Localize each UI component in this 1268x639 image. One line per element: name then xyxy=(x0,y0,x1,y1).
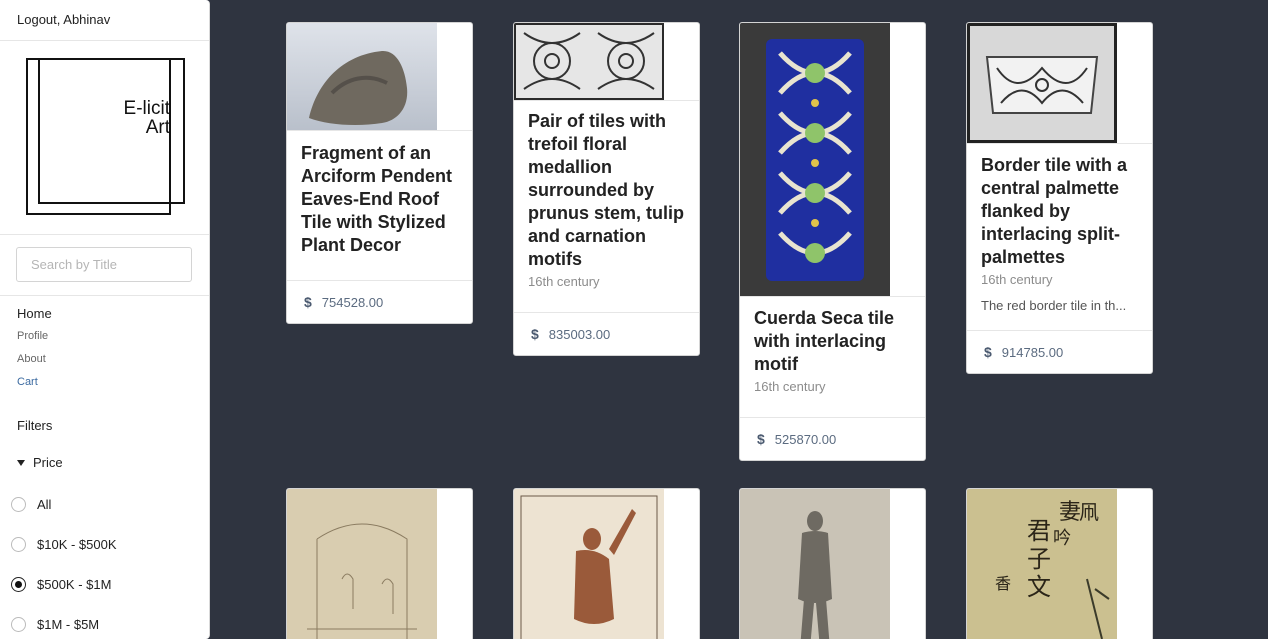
stone-fragment-image[interactable] xyxy=(287,23,437,130)
card-title[interactable]: Pair of tiles with trefoil floral medall… xyxy=(528,110,685,271)
price-value: 525870.00 xyxy=(774,431,837,447)
nav-profile[interactable]: Profile xyxy=(17,330,192,342)
artwork-card[interactable]: Border tile with a central palmette flan… xyxy=(966,22,1153,374)
calligraphy-scroll-image[interactable]: 妻 凧 君 吟 子 文 香 xyxy=(967,489,1117,639)
dollar-icon: $ xyxy=(304,294,312,310)
sidebar: Logout, Abhinav E-licit Art Home Profile… xyxy=(0,0,210,639)
nav-menu: Home Profile About Cart xyxy=(0,296,209,388)
artwork-card[interactable]: Cuerda Seca tile with interlacing motif … xyxy=(739,22,926,461)
logout-link[interactable]: Logout, Abhinav xyxy=(0,0,209,41)
logo[interactable]: E-licit Art xyxy=(0,41,209,235)
logo-line1: E-licit xyxy=(123,98,170,119)
card-title[interactable]: Border tile with a central palmette flan… xyxy=(981,154,1138,269)
card-image-row xyxy=(967,23,1152,144)
price-option-500k-1m[interactable]: $500K - $1M xyxy=(11,564,198,604)
svg-text:君: 君 xyxy=(1027,517,1051,545)
card-image-row xyxy=(514,23,699,101)
radio-button[interactable] xyxy=(11,616,26,632)
price-option-label: $10K - $500K xyxy=(37,536,117,552)
card-body: Border tile with a central palmette flan… xyxy=(967,144,1152,330)
nav-about[interactable]: About xyxy=(17,353,192,365)
nav-cart[interactable]: Cart xyxy=(17,376,192,388)
search-input[interactable] xyxy=(16,247,192,282)
radio-button[interactable] xyxy=(11,536,26,552)
svg-text:子: 子 xyxy=(1027,545,1051,573)
price-option-1m-5m[interactable]: $1M - $5M xyxy=(11,604,198,639)
price-option-label: $500K - $1M xyxy=(37,576,112,592)
price-option-label: $1M - $5M xyxy=(37,616,100,632)
price-option-all[interactable]: All xyxy=(11,484,198,524)
card-price: $ 914785.00 xyxy=(967,330,1152,373)
svg-text:吟: 吟 xyxy=(1053,528,1071,549)
artwork-card[interactable]: Pair of tiles with trefoil floral medall… xyxy=(513,22,700,356)
card-date: 16th century xyxy=(754,379,826,394)
price-value: 835003.00 xyxy=(548,326,611,342)
caret-down-icon xyxy=(17,459,25,466)
artwork-card[interactable]: 妻 凧 君 吟 子 文 香 xyxy=(966,488,1153,639)
artwork-card[interactable] xyxy=(286,488,473,639)
logo-text: E-licit Art xyxy=(110,99,170,137)
floral-tiles-image[interactable] xyxy=(514,23,664,100)
price-options: All $10K - $500K $500K - $1M $1M - $5M xyxy=(0,470,209,639)
card-body: Pair of tiles with trefoil floral medall… xyxy=(514,101,699,312)
radio-button-selected[interactable] xyxy=(11,576,26,592)
artwork-card[interactable]: Fragment of an Arciform Pendent Eaves-En… xyxy=(286,22,473,324)
sketch-drawing-image[interactable] xyxy=(287,489,437,639)
card-date: 16th century xyxy=(981,272,1053,287)
card-body: Cuerda Seca tile with interlacing motif … xyxy=(740,297,925,417)
radio-button[interactable] xyxy=(11,496,26,512)
card-title[interactable]: Cuerda Seca tile with interlacing motif xyxy=(754,307,911,376)
filters-heading: Filters xyxy=(17,418,53,433)
card-date: 16th century xyxy=(528,274,600,289)
artwork-card[interactable] xyxy=(739,488,926,639)
logo-line2: Art xyxy=(145,117,170,138)
price-filter-label: Price xyxy=(33,455,63,470)
svg-text:妻: 妻 xyxy=(1059,500,1081,525)
price-option-label: All xyxy=(37,496,52,512)
card-price: $ 754528.00 xyxy=(287,280,472,323)
card-price: $ 525870.00 xyxy=(740,417,925,460)
standing-figure-image[interactable] xyxy=(740,489,890,639)
search-area xyxy=(0,235,209,296)
price-value: 914785.00 xyxy=(1001,344,1064,360)
cuerda-seca-tile-image[interactable] xyxy=(740,23,890,296)
card-image-row xyxy=(287,23,472,131)
price-filter-toggle[interactable]: Price xyxy=(0,433,209,470)
card-body: Fragment of an Arciform Pendent Eaves-En… xyxy=(287,131,472,280)
card-image-row xyxy=(740,23,925,297)
figure-study-image[interactable] xyxy=(514,489,664,639)
price-option-10k-500k[interactable]: $10K - $500K xyxy=(11,524,198,564)
card-price: $ 835003.00 xyxy=(514,312,699,355)
dollar-icon: $ xyxy=(984,344,992,360)
price-value: 754528.00 xyxy=(321,294,384,310)
svg-text:香: 香 xyxy=(995,574,1011,593)
card-title[interactable]: Fragment of an Arciform Pendent Eaves-En… xyxy=(301,142,458,257)
svg-text:凧: 凧 xyxy=(1079,500,1099,524)
border-tile-image[interactable] xyxy=(967,23,1117,143)
nav-home[interactable]: Home xyxy=(17,306,192,321)
dollar-icon: $ xyxy=(531,326,539,342)
card-description: The red border tile in th... xyxy=(981,298,1127,313)
svg-text:文: 文 xyxy=(1027,573,1051,601)
dollar-icon: $ xyxy=(757,431,765,447)
artwork-card[interactable] xyxy=(513,488,700,639)
